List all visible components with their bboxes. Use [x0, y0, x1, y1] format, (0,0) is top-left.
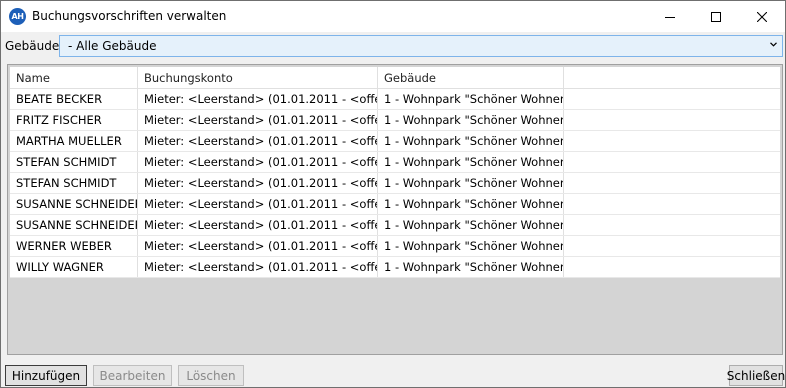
maximize-button[interactable]	[693, 1, 739, 32]
table-row[interactable]: WERNER WEBER Mieter: <Leerstand> (01.01.2…	[10, 236, 780, 257]
building-filter-label: Gebäude	[5, 39, 60, 53]
table-row[interactable]: MARTHA MUELLER Mieter: <Leerstand> (01.01…	[10, 131, 780, 152]
minimize-icon	[665, 16, 675, 18]
cell-name: STEFAN SCHMIDT	[10, 152, 138, 172]
cell-name: STEFAN SCHMIDT	[10, 173, 138, 193]
cell-account: Mieter: <Leerstand> (01.01.2011 - <offen…	[138, 257, 378, 277]
column-header-account[interactable]: Buchungskonto	[138, 67, 378, 88]
table-row[interactable]: STEFAN SCHMIDT Mieter: <Leerstand> (01.01…	[10, 173, 780, 194]
window-title: Buchungsvorschriften verwalten	[32, 9, 227, 23]
main-window: AH Buchungsvorschriften verwalten Gebäud…	[0, 0, 786, 388]
cell-name: WERNER WEBER	[10, 236, 138, 256]
cell-account: Mieter: <Leerstand> (01.01.2011 - <offen…	[138, 131, 378, 151]
cell-building: 1 - Wohnpark "Schöner Wohnen"	[378, 257, 564, 277]
cell-filler	[564, 131, 780, 151]
cell-building: 1 - Wohnpark "Schöner Wohnen"	[378, 89, 564, 109]
close-window-button[interactable]	[739, 1, 785, 32]
cell-filler	[564, 110, 780, 130]
cell-filler	[564, 257, 780, 277]
cell-account: Mieter: <Leerstand> (01.01.2011 - <offen…	[138, 152, 378, 172]
cell-name: SUSANNE SCHNEIDER	[10, 215, 138, 235]
building-filter-row: Gebäude - Alle Gebäude	[1, 34, 785, 58]
cell-filler	[564, 173, 780, 193]
table-header: Name Buchungskonto Gebäude	[10, 67, 780, 89]
cell-name: BEATE BECKER	[10, 89, 138, 109]
column-header-name[interactable]: Name	[10, 67, 138, 88]
table-row[interactable]: FRITZ FISCHER Mieter: <Leerstand> (01.01.…	[10, 110, 780, 131]
column-header-filler	[564, 67, 780, 88]
cell-building: 1 - Wohnpark "Schöner Wohnen"	[378, 131, 564, 151]
cell-building: 1 - Wohnpark "Schöner Wohnen"	[378, 194, 564, 214]
minimize-button[interactable]	[647, 1, 693, 32]
add-button[interactable]: Hinzufügen	[5, 365, 87, 386]
cell-building: 1 - Wohnpark "Schöner Wohnen"	[378, 110, 564, 130]
cell-filler	[564, 194, 780, 214]
cell-account: Mieter: <Leerstand> (01.01.2011 - <offen…	[138, 236, 378, 256]
cell-filler	[564, 89, 780, 109]
building-select[interactable]: - Alle Gebäude	[59, 35, 783, 57]
delete-button[interactable]: Löschen	[178, 365, 244, 386]
cell-name: FRITZ FISCHER	[10, 110, 138, 130]
edit-button[interactable]: Bearbeiten	[93, 365, 172, 386]
table-row[interactable]: BEATE BECKER Mieter: <Leerstand> (01.01.2…	[10, 89, 780, 110]
app-logo-icon: AH	[9, 8, 26, 25]
cell-account: Mieter: <Leerstand> (01.01.2011 - <offen…	[138, 89, 378, 109]
cell-building: 1 - Wohnpark "Schöner Wohnen"	[378, 173, 564, 193]
cell-filler	[564, 215, 780, 235]
cell-building: 1 - Wohnpark "Schöner Wohnen"	[378, 215, 564, 235]
cell-filler	[564, 152, 780, 172]
cell-account: Mieter: <Leerstand> (01.01.2011 - <offen…	[138, 173, 378, 193]
cell-building: 1 - Wohnpark "Schöner Wohnen"	[378, 236, 564, 256]
cell-account: Mieter: <Leerstand> (01.01.2011 - <offen…	[138, 194, 378, 214]
booking-rules-table[interactable]: Name Buchungskonto Gebäude BEATE BECKER M…	[7, 64, 783, 355]
table-row[interactable]: SUSANNE SCHNEIDER Mieter: <Leerstand> (01…	[10, 215, 780, 236]
column-header-building[interactable]: Gebäude	[378, 67, 564, 88]
cell-account: Mieter: <Leerstand> (01.01.2011 - <offen…	[138, 215, 378, 235]
cell-name: WILLY WAGNER	[10, 257, 138, 277]
close-button[interactable]: Schließen	[727, 365, 785, 386]
chevron-down-icon	[770, 42, 777, 47]
title-bar[interactable]: AH Buchungsvorschriften verwalten	[1, 1, 785, 32]
table-row[interactable]: STEFAN SCHMIDT Mieter: <Leerstand> (01.01…	[10, 152, 780, 173]
building-select-value: - Alle Gebäude	[68, 39, 157, 53]
cell-name: MARTHA MUELLER	[10, 131, 138, 151]
table-row[interactable]: WILLY WAGNER Mieter: <Leerstand> (01.01.2…	[10, 257, 780, 278]
cell-building: 1 - Wohnpark "Schöner Wohnen"	[378, 152, 564, 172]
cell-account: Mieter: <Leerstand> (01.01.2011 - <offen…	[138, 110, 378, 130]
table-row[interactable]: SUSANNE SCHNEIDER Mieter: <Leerstand> (01…	[10, 194, 780, 215]
cell-filler	[564, 236, 780, 256]
cell-name: SUSANNE SCHNEIDER	[10, 194, 138, 214]
close-icon	[757, 11, 767, 22]
maximize-icon	[711, 11, 721, 22]
